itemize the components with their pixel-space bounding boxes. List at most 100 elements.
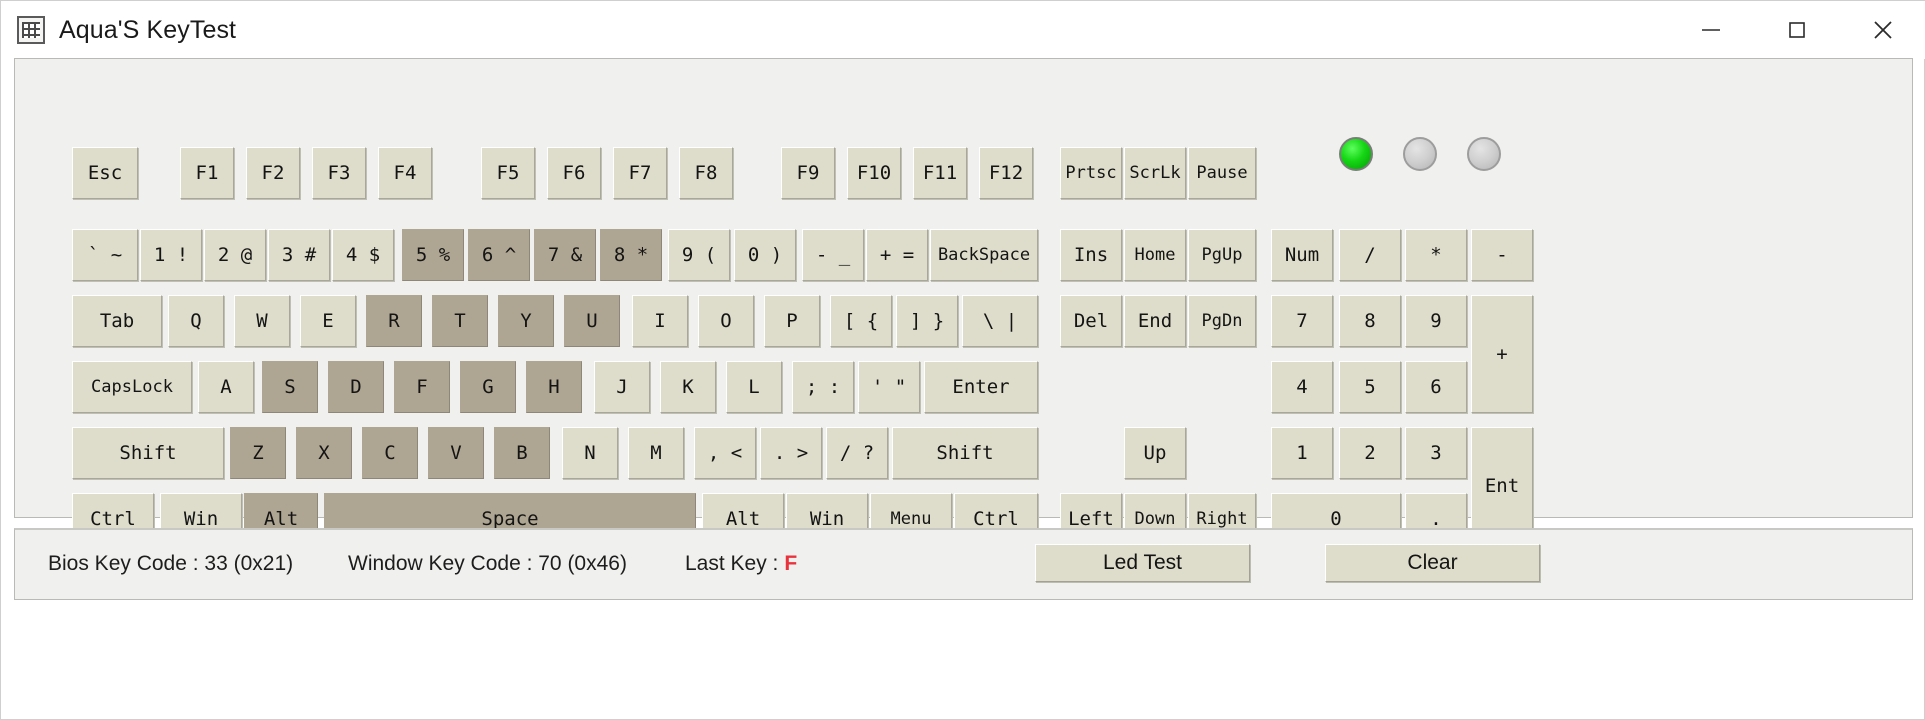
key-digit1[interactable]: 1 !	[140, 229, 202, 281]
key-numlock[interactable]: Num	[1271, 229, 1333, 281]
key-keys[interactable]: S	[262, 361, 318, 413]
key-keyg[interactable]: G	[460, 361, 516, 413]
key-bracketright[interactable]: ] }	[896, 295, 958, 347]
key-digit4[interactable]: 4 $	[332, 229, 394, 281]
key-digit5[interactable]: 5 %	[402, 229, 464, 281]
key-keyz[interactable]: Z	[230, 427, 286, 479]
key-num4[interactable]: 4	[1271, 361, 1333, 413]
key-quote[interactable]: ' "	[858, 361, 920, 413]
key-f8[interactable]: F8	[679, 147, 733, 199]
key-f3[interactable]: F3	[312, 147, 366, 199]
key-keyy[interactable]: Y	[498, 295, 554, 347]
key-num5[interactable]: 5	[1339, 361, 1401, 413]
key-arrowup[interactable]: Up	[1124, 427, 1186, 479]
key-num7[interactable]: 7	[1271, 295, 1333, 347]
key-digit3[interactable]: 3 #	[268, 229, 330, 281]
close-icon[interactable]	[1840, 1, 1925, 59]
key-keyv[interactable]: V	[428, 427, 484, 479]
key-slash[interactable]: / ?	[826, 427, 888, 479]
key-keyq[interactable]: Q	[168, 295, 224, 347]
key-bracketleft[interactable]: [ {	[830, 295, 892, 347]
key-end[interactable]: End	[1124, 295, 1186, 347]
key-numsubtract[interactable]: -	[1471, 229, 1533, 281]
key-keyu[interactable]: U	[564, 295, 620, 347]
key-pause[interactable]: Pause	[1188, 147, 1256, 199]
key-num8[interactable]: 8	[1339, 295, 1401, 347]
key-keym[interactable]: M	[628, 427, 684, 479]
key-keyo[interactable]: O	[698, 295, 754, 347]
key-semicolon[interactable]: ; :	[792, 361, 854, 413]
key-digit0[interactable]: 0 )	[734, 229, 796, 281]
key-numadd[interactable]: +	[1471, 295, 1533, 413]
key-f12[interactable]: F12	[979, 147, 1033, 199]
key-keyx[interactable]: X	[296, 427, 352, 479]
key-f4[interactable]: F4	[378, 147, 432, 199]
key-capslock[interactable]: CapsLock	[72, 361, 192, 413]
last-key-label: Last Key :	[685, 552, 779, 575]
maximize-icon[interactable]	[1754, 1, 1840, 59]
key-prtsc[interactable]: Prtsc	[1060, 147, 1122, 199]
keyboard-panel: Esc F1 F2 F3 F4 F5 F6 F7 F8 F9 F10 F11 F12 Prtsc ScrLk…	[14, 58, 1913, 545]
clear-button[interactable]: Clear	[1325, 544, 1540, 582]
key-nummultiply[interactable]: *	[1405, 229, 1467, 281]
key-scrlk[interactable]: ScrLk	[1124, 147, 1186, 199]
key-comma[interactable]: , <	[694, 427, 756, 479]
key-digit2[interactable]: 2 @	[204, 229, 266, 281]
key-keyc[interactable]: C	[362, 427, 418, 479]
key-digit6[interactable]: 6 ^	[468, 229, 530, 281]
key-digit9[interactable]: 9 (	[668, 229, 730, 281]
key-keya[interactable]: A	[198, 361, 254, 413]
key-pgdn[interactable]: PgDn	[1188, 295, 1256, 347]
window-title: Aqua'S KeyTest	[59, 15, 237, 44]
key-shiftright[interactable]: Shift	[892, 427, 1038, 479]
led-test-button[interactable]: Led Test	[1035, 544, 1250, 582]
key-num3[interactable]: 3	[1405, 427, 1467, 479]
key-num2[interactable]: 2	[1339, 427, 1401, 479]
key-f9[interactable]: F9	[781, 147, 835, 199]
key-esc[interactable]: Esc	[72, 147, 138, 199]
key-f11[interactable]: F11	[913, 147, 967, 199]
key-period[interactable]: . >	[760, 427, 822, 479]
key-home[interactable]: Home	[1124, 229, 1186, 281]
key-f5[interactable]: F5	[481, 147, 535, 199]
key-shiftleft[interactable]: Shift	[72, 427, 224, 479]
minimize-icon[interactable]	[1668, 1, 1754, 59]
key-keyt[interactable]: T	[432, 295, 488, 347]
key-num1[interactable]: 1	[1271, 427, 1333, 479]
key-pgup[interactable]: PgUp	[1188, 229, 1256, 281]
key-tab[interactable]: Tab	[72, 295, 162, 347]
key-keyj[interactable]: J	[594, 361, 650, 413]
key-f2[interactable]: F2	[246, 147, 300, 199]
key-backspace[interactable]: BackSpace	[930, 229, 1038, 281]
key-minus[interactable]: - _	[802, 229, 864, 281]
key-keyp[interactable]: P	[764, 295, 820, 347]
key-f10[interactable]: F10	[847, 147, 901, 199]
key-keyw[interactable]: W	[234, 295, 290, 347]
key-keyb[interactable]: B	[494, 427, 550, 479]
key-keyn[interactable]: N	[562, 427, 618, 479]
key-equal[interactable]: + =	[866, 229, 928, 281]
key-digit7[interactable]: 7 &	[534, 229, 596, 281]
key-num6[interactable]: 6	[1405, 361, 1467, 413]
key-keye[interactable]: E	[300, 295, 356, 347]
key-f6[interactable]: F6	[547, 147, 601, 199]
key-backslash[interactable]: \ |	[962, 295, 1038, 347]
key-keyi[interactable]: I	[632, 295, 688, 347]
key-num9[interactable]: 9	[1405, 295, 1467, 347]
key-numdivide[interactable]: /	[1339, 229, 1401, 281]
key-f7[interactable]: F7	[613, 147, 667, 199]
key-keyk[interactable]: K	[660, 361, 716, 413]
key-keyr[interactable]: R	[366, 295, 422, 347]
key-keyd[interactable]: D	[328, 361, 384, 413]
key-keyf[interactable]: F	[394, 361, 450, 413]
key-backquote[interactable]: ` ~	[72, 229, 138, 281]
key-ins[interactable]: Ins	[1060, 229, 1122, 281]
key-del[interactable]: Del	[1060, 295, 1122, 347]
key-keyh[interactable]: H	[526, 361, 582, 413]
key-f1[interactable]: F1	[180, 147, 234, 199]
key-digit8[interactable]: 8 *	[600, 229, 662, 281]
caps-lock-led	[1403, 137, 1437, 171]
key-keyl[interactable]: L	[726, 361, 782, 413]
title-bar: Aqua'S KeyTest	[1, 1, 1925, 59]
key-enter[interactable]: Enter	[924, 361, 1038, 413]
